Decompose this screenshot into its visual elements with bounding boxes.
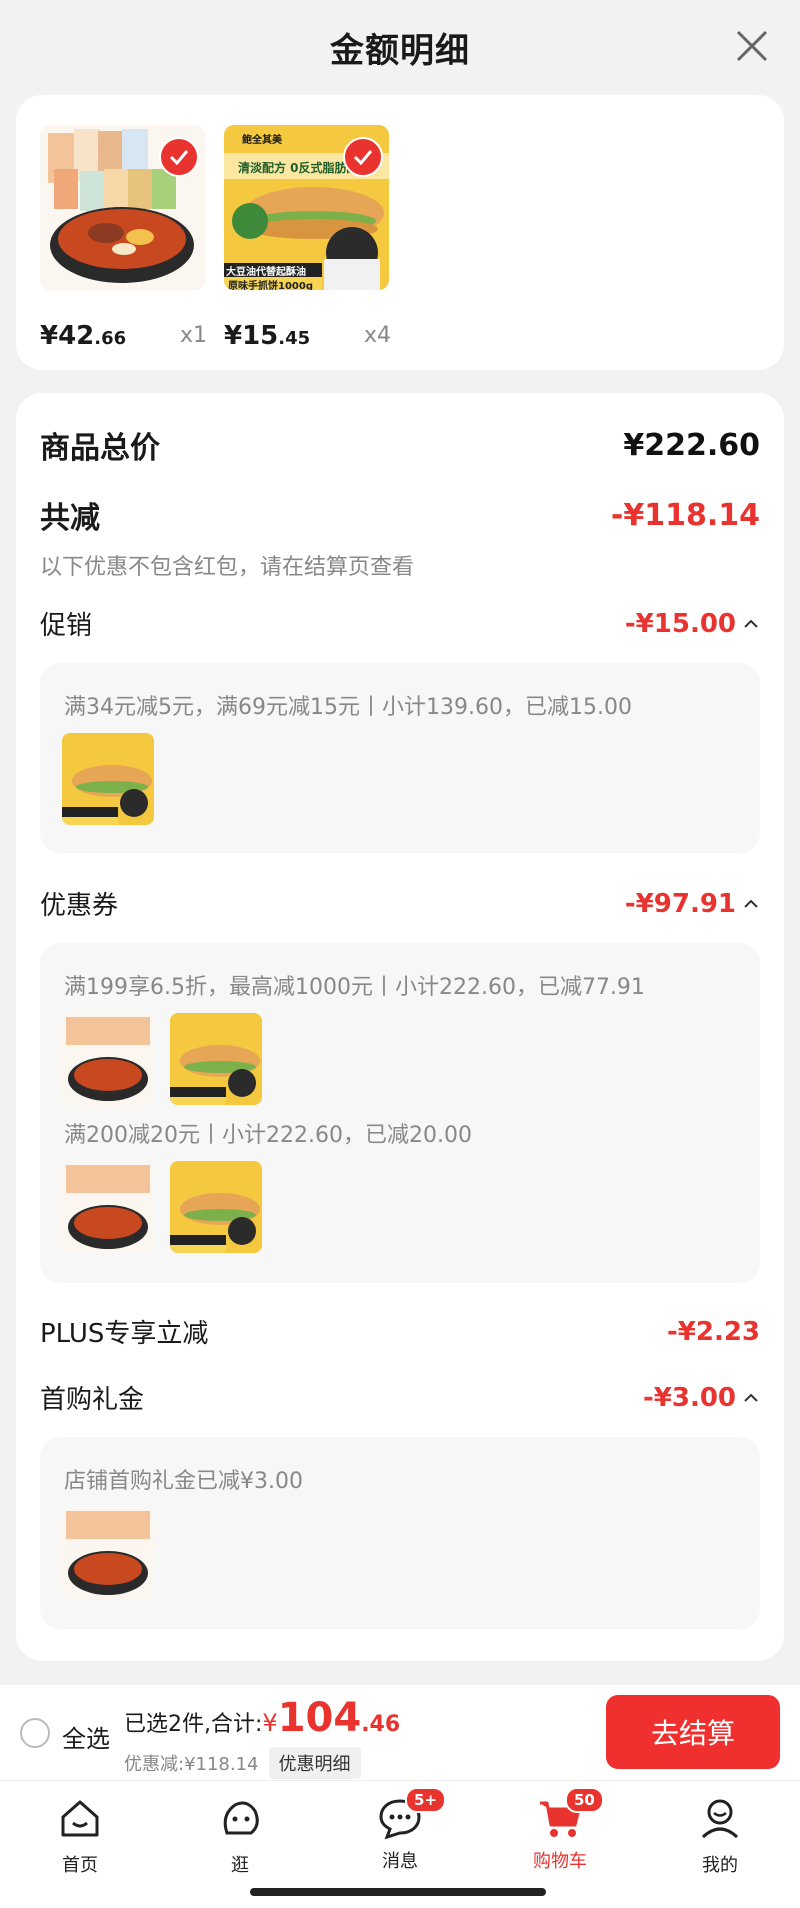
tab-label: 逛 (231, 1855, 249, 1876)
tab-label: 我的 (702, 1855, 738, 1876)
product-item[interactable]: ¥42.66 x1 (40, 125, 207, 351)
selected-check-icon (159, 137, 199, 177)
firstbuy-product-thumb (62, 1507, 154, 1599)
product-item[interactable]: 鲍全其美 清淡配方 0反式脂肪酸 大豆油代替起酥油 原味手抓饼1000g ¥15… (224, 125, 391, 351)
plus-label: PLUS专享立减 (40, 1319, 209, 1349)
tab-label: 购物车 (533, 1851, 587, 1872)
total-currency: ¥ (262, 1709, 278, 1737)
settlement-bar: 全选 已选2件,合计:¥104.46 优惠减:¥118.14 优惠明细 去结算 (0, 1685, 800, 1780)
checkout-button[interactable]: 去结算 (606, 1695, 780, 1769)
product-image-noodles[interactable] (40, 125, 205, 290)
coupon-row[interactable]: 优惠券 -¥97.91 (40, 885, 760, 922)
home-indicator (250, 1888, 546, 1896)
total-summary: 已选2件,合计:¥104.46 (124, 1695, 400, 1741)
coupon-product-thumb (170, 1161, 262, 1253)
product-qty: x4 (364, 323, 392, 348)
tab-messages[interactable]: 5+ 消息 (340, 1787, 460, 1873)
product-qty: x1 (180, 323, 208, 348)
discount-detail-button[interactable]: 优惠明细 (268, 1747, 361, 1779)
select-all-radio[interactable] (20, 1718, 50, 1748)
coupon-value: -¥97.91 (624, 888, 736, 919)
tab-label: 首页 (62, 1855, 98, 1876)
tab-browse[interactable]: 逛 (180, 1795, 300, 1877)
products-card: ¥42.66 x1 鲍全其美 清淡配方 0反式脂肪酸 大豆油代替起酥油 原味手抓… (16, 95, 784, 370)
header: 金额明细 (0, 0, 800, 95)
select-all-label[interactable]: 全选 (62, 1719, 110, 1754)
product-brand: 鲍全其美 (242, 135, 282, 146)
firstbuy-desc: 店铺首购礼金已减¥3.00 (64, 1469, 303, 1494)
product-image-pancake[interactable]: 鲍全其美 清淡配方 0反式脂肪酸 大豆油代替起酥油 原味手抓饼1000g (224, 125, 389, 290)
tab-label: 消息 (382, 1851, 418, 1872)
promo-product-thumb (62, 733, 154, 825)
cart-badge: 50 (565, 1787, 604, 1813)
reduce-label: 共减 (40, 501, 100, 536)
tab-profile[interactable]: 我的 (660, 1795, 780, 1877)
product-price: ¥42.66 (40, 321, 127, 351)
coupon-desc-1: 满199享6.5折，最高减1000元丨小计222.60，已减77.91 (64, 975, 645, 1000)
tab-cart[interactable]: 50 购物车 (500, 1787, 620, 1873)
total-label: 商品总价 (40, 431, 160, 466)
chevron-up-icon[interactable] (742, 615, 760, 633)
firstbuy-label: 首购礼金 (40, 1385, 145, 1415)
coupon-product-thumb (170, 1013, 262, 1105)
tab-home[interactable]: 首页 (20, 1795, 140, 1877)
selected-count-text: 已选2件,合计: (124, 1712, 263, 1737)
coupon-product-thumb (62, 1161, 154, 1253)
message-badge: 5+ (405, 1787, 447, 1813)
promo-desc: 满34元减5元，满69元减15元丨小计139.60，已减15.00 (64, 695, 632, 720)
plus-row: PLUS专享立减 -¥2.23 (40, 1313, 760, 1350)
total-amount-decimal: .46 (361, 1712, 401, 1737)
coupon-value-wrap: -¥97.91 (625, 889, 760, 919)
total-amount: 104 (277, 1695, 362, 1741)
reduce-value: -¥118.14 (610, 497, 760, 533)
coupon-label: 优惠券 (40, 891, 119, 921)
coupon-product-thumb (62, 1013, 154, 1105)
discount-text: 优惠减:¥118.14 (124, 1754, 259, 1775)
promo-value-wrap: -¥15.00 (625, 609, 760, 639)
promo-detail-box: 满34元减5元，满69元减15元丨小计139.60，已减15.00 (40, 663, 760, 853)
firstbuy-row[interactable]: 首购礼金 -¥3.00 (40, 1379, 760, 1416)
promo-value: -¥15.00 (624, 608, 736, 639)
reduce-row: 共减 -¥118.14 (40, 493, 760, 537)
promo-row[interactable]: 促销 -¥15.00 (40, 605, 760, 642)
plus-value: -¥2.23 (666, 1316, 760, 1347)
amount-detail-card: 商品总价 ¥222.60 共减 -¥118.14 以下优惠不包含红包，请在结算页… (16, 393, 784, 1661)
browse-icon (223, 1801, 259, 1835)
discount-note: 以下优惠不包含红包，请在结算页查看 (40, 555, 415, 580)
chevron-up-icon[interactable] (742, 1389, 760, 1407)
product-label-1: 大豆油代替起酥油 (226, 267, 306, 278)
profile-icon (701, 1799, 739, 1839)
total-value: ¥222.60 (623, 427, 760, 463)
coupon-desc-2: 满200减20元丨小计222.60，已减20.00 (64, 1123, 472, 1148)
coupon-detail-box: 满199享6.5折，最高减1000元丨小计222.60，已减77.91 满200… (40, 943, 760, 1283)
product-price: ¥15.45 (224, 321, 311, 351)
firstbuy-value-wrap: -¥3.00 (643, 1383, 760, 1413)
close-icon[interactable] (734, 28, 770, 64)
product-label-2: 原味手抓饼1000g (228, 281, 313, 290)
firstbuy-detail-box: 店铺首购礼金已减¥3.00 (40, 1437, 760, 1629)
product-banner: 清淡配方 0反式脂肪酸 (238, 161, 359, 175)
total-row: 商品总价 ¥222.60 (40, 423, 760, 467)
firstbuy-value: -¥3.00 (642, 1382, 736, 1413)
discount-line: 优惠减:¥118.14 优惠明细 (124, 1747, 361, 1779)
chevron-up-icon[interactable] (742, 895, 760, 913)
home-icon (61, 1800, 99, 1837)
page-title: 金额明细 (330, 31, 470, 71)
selected-check-icon (343, 137, 383, 177)
promo-label: 促销 (40, 611, 93, 641)
